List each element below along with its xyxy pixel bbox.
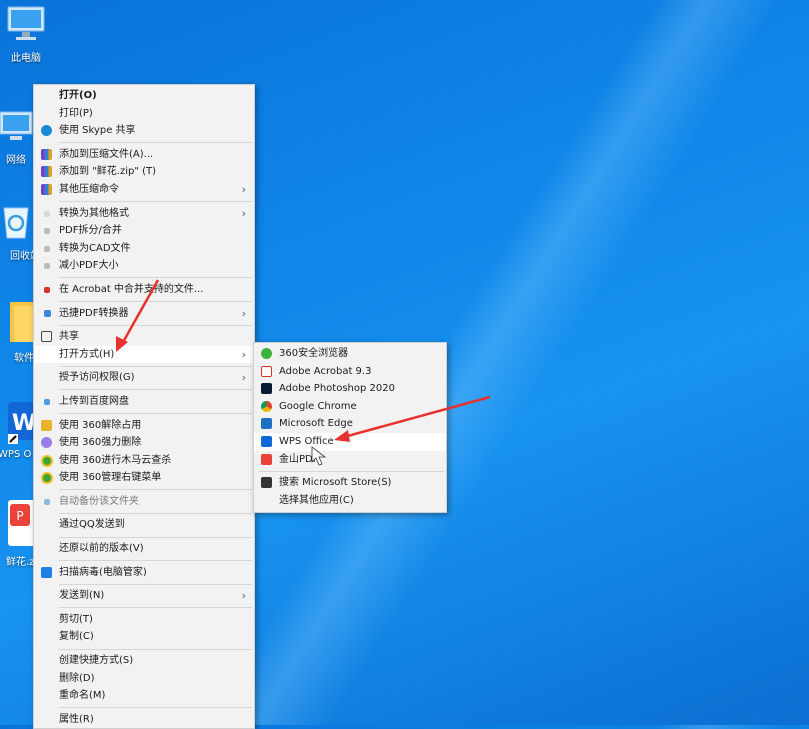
svg-text:P: P bbox=[16, 509, 23, 523]
menu-item-open[interactable]: 打开(O) bbox=[34, 87, 254, 105]
menu-item-copy[interactable]: 复制(C) bbox=[34, 628, 254, 646]
open-with-search-store[interactable]: 搜索 Microsoft Store(S) bbox=[254, 474, 446, 492]
menu-item-grant-access[interactable]: 授予访问权限(G) › bbox=[34, 369, 254, 387]
chevron-right-icon: › bbox=[241, 306, 246, 320]
baidu-cloud-icon bbox=[44, 398, 50, 405]
menu-separator bbox=[59, 201, 252, 203]
computer-icon bbox=[0, 4, 56, 47]
menu-item-share[interactable]: 共享 bbox=[34, 328, 254, 346]
menu-item-360-manage-menu[interactable]: 使用 360管理右键菜单 bbox=[34, 469, 254, 487]
menu-separator bbox=[59, 142, 252, 144]
chevron-right-icon: › bbox=[241, 347, 246, 361]
photoshop-icon bbox=[261, 383, 272, 395]
menu-item-add-to-archive[interactable]: 添加到压缩文件(A)... bbox=[34, 146, 254, 164]
open-with-microsoft-edge[interactable]: Microsoft Edge bbox=[254, 415, 446, 433]
menu-item-360-unlock[interactable]: 使用 360解除占用 bbox=[34, 417, 254, 435]
chevron-right-icon: › bbox=[241, 182, 246, 196]
menu-item-reduce-pdf[interactable]: 减小PDF大小 bbox=[34, 257, 254, 275]
reduce-pdf-icon bbox=[44, 263, 50, 270]
acrobat-icon bbox=[261, 365, 272, 377]
menu-separator bbox=[59, 413, 252, 414]
chevron-right-icon: › bbox=[241, 371, 246, 385]
open-with-choose-other-app[interactable]: 选择其他应用(C) bbox=[254, 492, 446, 510]
menu-separator bbox=[59, 648, 252, 650]
open-with-photoshop[interactable]: Adobe Photoshop 2020 bbox=[254, 380, 446, 398]
menu-separator bbox=[59, 607, 252, 609]
menu-item-convert-format[interactable]: 转换为其他格式 › bbox=[34, 205, 254, 223]
winrar-icon bbox=[41, 183, 52, 195]
context-menu: 打开(O) 打印(P) 使用 Skype 共享 添加到压缩文件(A)... 添加… bbox=[33, 84, 255, 729]
backup-icon bbox=[44, 498, 50, 505]
menu-separator bbox=[59, 324, 252, 326]
menu-item-skype-share[interactable]: 使用 Skype 共享 bbox=[34, 122, 254, 140]
open-with-adobe-acrobat[interactable]: Adobe Acrobat 9.3 bbox=[254, 363, 446, 381]
menu-separator bbox=[59, 301, 252, 303]
kingsoft-pdf-icon bbox=[261, 453, 272, 465]
store-icon bbox=[261, 477, 272, 489]
360-browser-icon bbox=[261, 348, 272, 359]
winrar-icon bbox=[41, 148, 52, 160]
360-shield-icon bbox=[41, 454, 53, 467]
winrar-icon bbox=[41, 166, 52, 178]
menu-item-360-trojan-scan[interactable]: 使用 360进行木马云查杀 bbox=[34, 452, 254, 470]
menu-item-scan-virus[interactable]: 扫描病毒(电脑管家) bbox=[34, 564, 254, 582]
menu-item-create-shortcut[interactable]: 创建快捷方式(S) bbox=[34, 652, 254, 670]
menu-item-pdf-split-merge[interactable]: PDF拆分/合并 bbox=[34, 222, 254, 240]
edge-icon bbox=[261, 418, 272, 430]
menu-separator bbox=[59, 512, 252, 514]
open-with-wps-office[interactable]: WPS Office bbox=[254, 432, 446, 451]
unlock-icon bbox=[41, 419, 52, 431]
menu-separator bbox=[59, 560, 252, 562]
cad-icon bbox=[44, 245, 50, 252]
menu-item-add-to-zip[interactable]: 添加到 "鲜花.zip" (T) bbox=[34, 163, 254, 181]
chevron-right-icon: › bbox=[241, 206, 246, 220]
menu-item-other-compress[interactable]: 其他压缩命令 › bbox=[34, 181, 254, 199]
shred-icon bbox=[41, 437, 52, 449]
menu-item-auto-backup[interactable]: 自动备份该文件夹 bbox=[34, 493, 254, 511]
menu-separator bbox=[59, 536, 252, 538]
menu-item-restore-versions[interactable]: 还原以前的版本(V) bbox=[34, 540, 254, 558]
open-with-google-chrome[interactable]: Google Chrome bbox=[254, 398, 446, 416]
menu-separator bbox=[59, 365, 252, 367]
menu-item-baidu-upload[interactable]: 上传到百度网盘 bbox=[34, 393, 254, 411]
wps-office-icon bbox=[261, 435, 272, 447]
open-with-submenu: 360安全浏览器 Adobe Acrobat 9.3 Adobe Photosh… bbox=[253, 342, 447, 514]
menu-separator bbox=[59, 489, 252, 491]
menu-item-print[interactable]: 打印(P) bbox=[34, 105, 254, 123]
menu-separator bbox=[59, 583, 252, 585]
menu-item-properties[interactable]: 属性(R) bbox=[34, 711, 254, 729]
360-shield-icon bbox=[41, 472, 53, 485]
menu-item-xunjie-pdf[interactable]: 迅捷PDF转换器 › bbox=[34, 305, 254, 323]
menu-separator bbox=[259, 470, 444, 472]
menu-item-acrobat-merge[interactable]: 在 Acrobat 中合并支持的文件... bbox=[34, 281, 254, 299]
menu-separator bbox=[59, 389, 252, 391]
convert-icon bbox=[44, 210, 50, 217]
pdf-split-icon bbox=[44, 228, 50, 235]
menu-item-send-to[interactable]: 发送到(N) › bbox=[34, 587, 254, 605]
desktop-icon-label: 此电脑 bbox=[11, 53, 41, 64]
open-with-360-browser[interactable]: 360安全浏览器 bbox=[254, 345, 446, 363]
skype-icon bbox=[41, 125, 52, 137]
pdf-converter-icon bbox=[44, 309, 51, 317]
chrome-icon bbox=[261, 400, 272, 412]
desktop-icon-this-pc[interactable]: 此电脑 bbox=[0, 4, 56, 64]
share-icon bbox=[41, 331, 52, 343]
menu-item-convert-cad[interactable]: 转换为CAD文件 bbox=[34, 240, 254, 258]
menu-item-delete[interactable]: 删除(D) bbox=[34, 670, 254, 688]
menu-item-open-with[interactable]: 打开方式(H) › bbox=[34, 345, 254, 364]
menu-item-qq-send[interactable]: 通过QQ发送到 bbox=[34, 516, 254, 534]
menu-separator bbox=[59, 707, 252, 709]
menu-item-360-force-delete[interactable]: 使用 360强力删除 bbox=[34, 434, 254, 452]
pc-manager-icon bbox=[41, 566, 52, 578]
open-with-kingsoft-pdf[interactable]: 金山PDF bbox=[254, 451, 446, 469]
chevron-right-icon: › bbox=[241, 589, 246, 603]
acrobat-icon bbox=[44, 286, 50, 293]
menu-item-cut[interactable]: 剪切(T) bbox=[34, 611, 254, 629]
menu-item-rename[interactable]: 重命名(M) bbox=[34, 687, 254, 705]
menu-separator bbox=[59, 277, 252, 279]
